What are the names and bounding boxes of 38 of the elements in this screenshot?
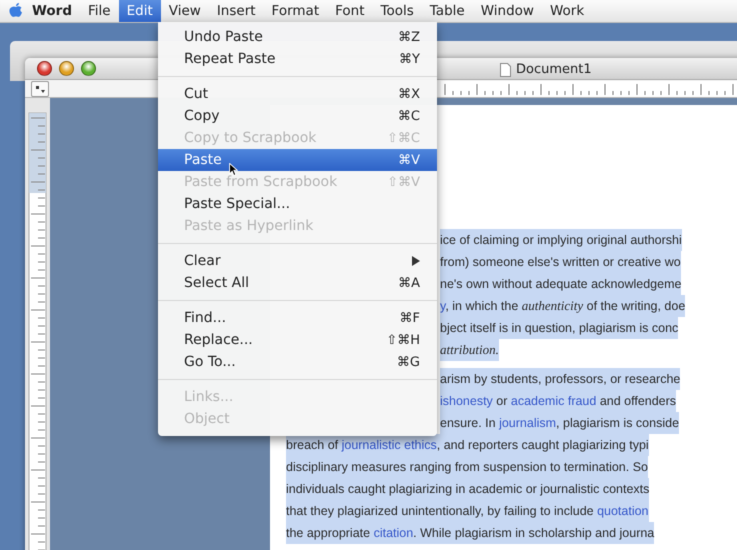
- menu-item[interactable]: Go To... ⌘G: [158, 351, 437, 373]
- text-link[interactable]: y: [440, 299, 446, 313]
- text-link[interactable]: journalism: [499, 416, 556, 430]
- menu-item[interactable]: Cut ⌘X: [158, 83, 437, 105]
- text-link[interactable]: citation: [374, 526, 414, 540]
- minimize-button[interactable]: [59, 61, 74, 76]
- menu-item[interactable]: Replace... ⇧⌘H: [158, 329, 437, 351]
- menu-title[interactable]: Font: [327, 0, 373, 22]
- menu-title[interactable]: File: [80, 0, 119, 22]
- view-menu-icon: [35, 84, 45, 93]
- menu-title[interactable]: Insert: [208, 0, 264, 22]
- text-link[interactable]: journalistic ethics: [342, 438, 437, 452]
- menu-title[interactable]: Tools: [372, 0, 422, 22]
- menu-title[interactable]: Window: [472, 0, 542, 22]
- menu-item[interactable]: Undo Paste ⌘Z: [158, 26, 437, 48]
- menu-item[interactable]: Paste Special...: [158, 193, 437, 215]
- zoom-button[interactable]: [81, 61, 96, 76]
- menu-title[interactable]: Word: [24, 0, 80, 22]
- window-title: Document1: [516, 62, 592, 77]
- apple-logo-icon[interactable]: [8, 2, 24, 20]
- text-link[interactable]: quotation: [597, 504, 649, 518]
- menu-item[interactable]: Copy ⌘C: [158, 105, 437, 127]
- text-link[interactable]: ishonesty: [440, 394, 493, 408]
- menu-item[interactable]: Repeat Paste ⌘Y: [158, 48, 437, 70]
- menu-title[interactable]: Work: [542, 0, 592, 22]
- menu-title[interactable]: View: [160, 0, 209, 22]
- menu-item[interactable]: Select All ⌘A: [158, 272, 437, 294]
- menu-title[interactable]: Edit: [118, 0, 161, 22]
- document-icon: [500, 62, 511, 76]
- menu-item[interactable]: Clear: [158, 250, 437, 272]
- view-toggle-button[interactable]: [31, 80, 49, 97]
- mouse-pointer-icon: [229, 163, 238, 176]
- menu-title[interactable]: Table: [422, 0, 473, 22]
- menu-item[interactable]: Find... ⌘F: [158, 307, 437, 329]
- menu-item[interactable]: Paste ⌘V: [158, 149, 437, 171]
- text-link[interactable]: academic fraud: [510, 394, 596, 408]
- menu-title[interactable]: Format: [264, 0, 328, 22]
- close-button[interactable]: [37, 61, 52, 76]
